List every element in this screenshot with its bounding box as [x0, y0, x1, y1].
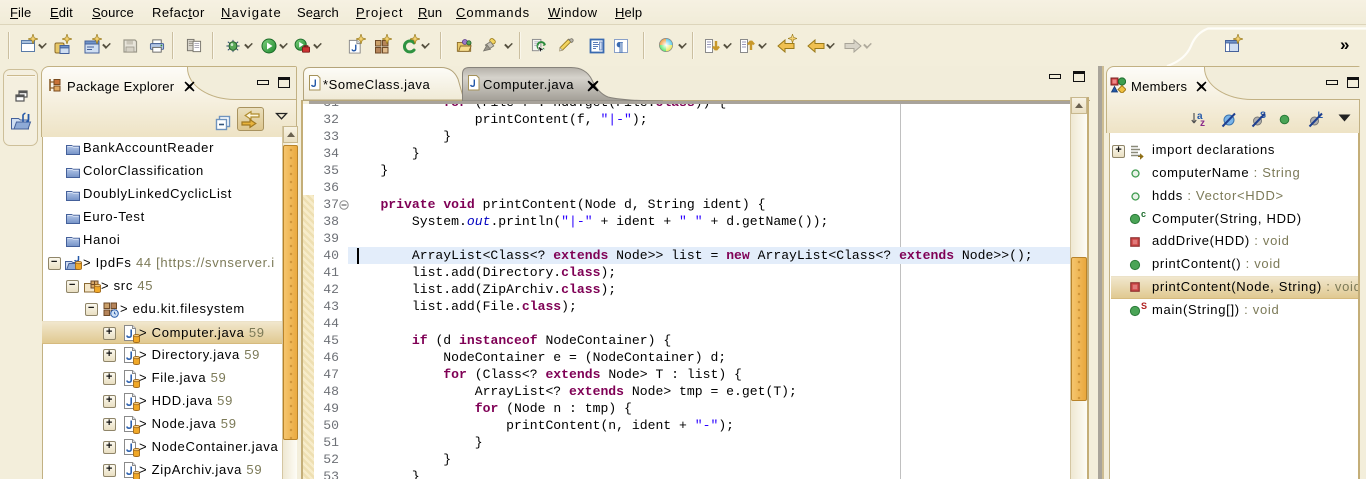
svg-text:z: z — [1200, 118, 1205, 128]
svg-text:¶: ¶ — [616, 40, 624, 54]
